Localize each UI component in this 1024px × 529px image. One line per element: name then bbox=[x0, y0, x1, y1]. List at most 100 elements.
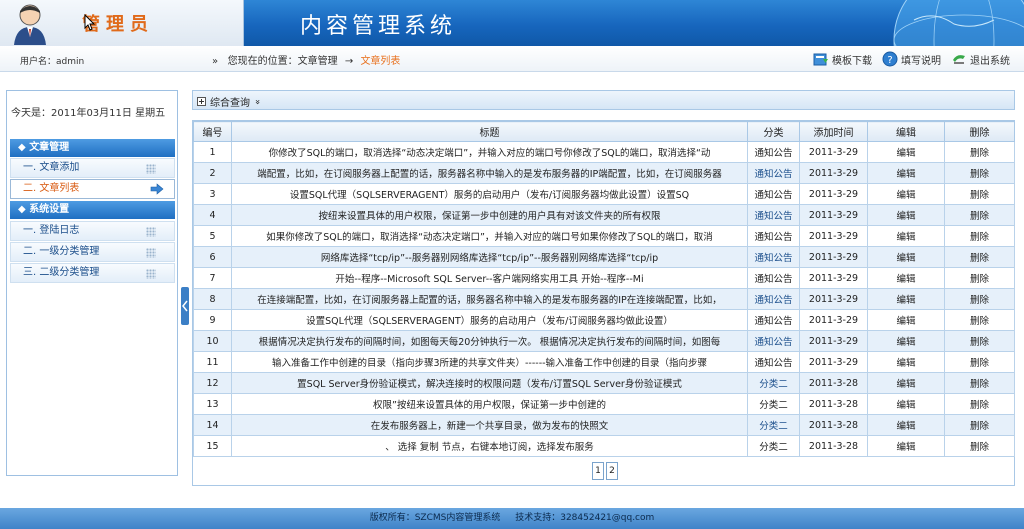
row-date: 2011-3-29 bbox=[799, 162, 868, 184]
row-category: 通知公告 bbox=[747, 141, 800, 163]
table-row: 14 在发布服务器上，新建一个共享目录，做为发布的快照文 分类二 2011-3-28 编… bbox=[193, 414, 1015, 436]
page-1-button[interactable]: 1 bbox=[592, 462, 604, 480]
toolbar: 模板下载 ? 填写说明 退出系统 bbox=[813, 50, 1010, 68]
edit-link[interactable]: 编辑 bbox=[867, 225, 945, 247]
delete-link[interactable]: 删除 bbox=[944, 393, 1015, 415]
dots-icon bbox=[146, 269, 156, 279]
help-label: 填写说明 bbox=[901, 55, 941, 67]
row-id: 13 bbox=[193, 393, 232, 415]
username-label: 用户名：admin bbox=[20, 57, 85, 67]
row-id: 11 bbox=[193, 351, 232, 373]
edit-link[interactable]: 编辑 bbox=[867, 372, 945, 394]
search-panel-header[interactable]: 综合查询 » bbox=[192, 90, 1015, 110]
delete-link[interactable]: 删除 bbox=[944, 414, 1015, 436]
row-title[interactable]: 端配置，比如，在订阅服务器上配置的话，服务器名称中输入的是发布服务器的IP端配置… bbox=[231, 162, 748, 184]
row-date: 2011-3-28 bbox=[799, 435, 868, 457]
table-header-row: 编号 标题 分类 添加时间 编辑 删除 bbox=[193, 121, 1015, 142]
table-row: 1 你修改了SQL的端口，取消选择“动态决定端口”，并输入对应的端口号你修改了SQ… bbox=[193, 141, 1015, 163]
row-id: 15 bbox=[193, 435, 232, 457]
article-table-container: 编号 标题 分类 添加时间 编辑 删除 1 你修改了SQL的端口，取消选择“动态决… bbox=[192, 120, 1015, 486]
page-2-button[interactable]: 2 bbox=[606, 462, 618, 480]
row-date: 2011-3-29 bbox=[799, 288, 868, 310]
sidebar-section-system-settings[interactable]: ◆ 系统设置 bbox=[10, 201, 175, 219]
row-date: 2011-3-29 bbox=[799, 246, 868, 268]
edit-link[interactable]: 编辑 bbox=[867, 162, 945, 184]
row-date: 2011-3-29 bbox=[799, 330, 868, 352]
row-id: 14 bbox=[193, 414, 232, 436]
row-title[interactable]: 输入准备工作中创建的目录（指向步骤3所建的共享文件夹）------输入准备工作中… bbox=[231, 351, 748, 373]
delete-link[interactable]: 删除 bbox=[944, 435, 1015, 457]
row-id: 9 bbox=[193, 309, 232, 331]
table-row: 8 在连接端配置，比如，在订阅服务器上配置的话，服务器名称中输入的是发布服务器的I… bbox=[193, 288, 1015, 310]
row-title[interactable]: 设置SQL代理（SQLSERVERAGENT）服务的启动用户（发布/订阅服务器均… bbox=[231, 183, 748, 205]
delete-link[interactable]: 删除 bbox=[944, 141, 1015, 163]
edit-link[interactable]: 编辑 bbox=[867, 246, 945, 268]
template-download-button[interactable]: 模板下载 bbox=[813, 50, 872, 68]
delete-link[interactable]: 删除 bbox=[944, 330, 1015, 352]
row-title[interactable]: 按纽来设置具体的用户权限，保证第一步中创建的用户具有对该文件夹的所有权限 bbox=[231, 204, 748, 226]
delete-link[interactable]: 删除 bbox=[944, 225, 1015, 247]
delete-link[interactable]: 删除 bbox=[944, 372, 1015, 394]
row-title[interactable]: 你修改了SQL的端口，取消选择“动态决定端口”，并输入对应的端口号你修改了SQL… bbox=[231, 141, 748, 163]
sidebar-section-article-management[interactable]: ◆ 文章管理 bbox=[10, 139, 175, 157]
help-icon: ? bbox=[882, 51, 898, 67]
row-category: 通知公告 bbox=[747, 330, 800, 352]
sidebar-collapse-handle[interactable] bbox=[181, 287, 189, 325]
edit-link[interactable]: 编辑 bbox=[867, 183, 945, 205]
row-title[interactable]: 、 选择 复制 节点，右键本地订阅，选择发布服务 bbox=[231, 435, 748, 457]
delete-link[interactable]: 删除 bbox=[944, 288, 1015, 310]
help-button[interactable]: ? 填写说明 bbox=[882, 50, 941, 68]
sidebar-item-level1-category[interactable]: 二. 一级分类管理 bbox=[10, 242, 175, 262]
row-id: 3 bbox=[193, 183, 232, 205]
edit-link[interactable]: 编辑 bbox=[867, 288, 945, 310]
edit-link[interactable]: 编辑 bbox=[867, 351, 945, 373]
row-date: 2011-3-29 bbox=[799, 225, 868, 247]
sidebar-item-label: 一. 登陆日志 bbox=[23, 225, 80, 236]
edit-link[interactable]: 编辑 bbox=[867, 204, 945, 226]
sidebar-item-label: 二. 一级分类管理 bbox=[23, 246, 100, 257]
edit-link[interactable]: 编辑 bbox=[867, 330, 945, 352]
row-title[interactable]: 设置SQL代理（SQLSERVERAGENT）服务的启动用户（发布/订阅服务器均… bbox=[231, 309, 748, 331]
sidebar-item-level2-category[interactable]: 三. 二级分类管理 bbox=[10, 263, 175, 283]
row-category: 通知公告 bbox=[747, 225, 800, 247]
logout-label: 退出系统 bbox=[970, 55, 1010, 67]
row-date: 2011-3-28 bbox=[799, 393, 868, 415]
row-category: 通知公告 bbox=[747, 183, 800, 205]
diamond-icon: ◆ bbox=[18, 142, 26, 153]
pagination: 1 2 bbox=[592, 462, 618, 480]
delete-link[interactable]: 删除 bbox=[944, 162, 1015, 184]
delete-link[interactable]: 删除 bbox=[944, 309, 1015, 331]
logout-button[interactable]: 退出系统 bbox=[951, 50, 1010, 68]
row-title[interactable]: 网络库选择“tcp/ip”--服务器别网络库选择“tcp/ip”--服务器别网络… bbox=[231, 246, 748, 268]
row-title[interactable]: 在发布服务器上，新建一个共享目录，做为发布的快照文 bbox=[231, 414, 748, 436]
row-id: 4 bbox=[193, 204, 232, 226]
col-header-category: 分类 bbox=[747, 121, 800, 142]
download-icon bbox=[813, 53, 828, 66]
edit-link[interactable]: 编辑 bbox=[867, 267, 945, 289]
row-title[interactable]: 置SQL Server身份验证模式，解决连接时的权限问题（发布/订置SQL Se… bbox=[231, 372, 748, 394]
sidebar-item-article-add[interactable]: 一. 文章添加 bbox=[10, 158, 175, 178]
row-title[interactable]: 开始--程序--Microsoft SQL Server--客户端网络实用工具 … bbox=[231, 267, 748, 289]
edit-link[interactable]: 编辑 bbox=[867, 141, 945, 163]
expand-icon[interactable] bbox=[197, 97, 206, 106]
edit-link[interactable]: 编辑 bbox=[867, 309, 945, 331]
delete-link[interactable]: 删除 bbox=[944, 246, 1015, 268]
edit-link[interactable]: 编辑 bbox=[867, 414, 945, 436]
delete-link[interactable]: 删除 bbox=[944, 267, 1015, 289]
table-row: 5 如果你修改了SQL的端口，取消选择“动态决定端口”，并输入对应的端口号如果你修… bbox=[193, 225, 1015, 247]
edit-link[interactable]: 编辑 bbox=[867, 393, 945, 415]
row-id: 1 bbox=[193, 141, 232, 163]
delete-link[interactable]: 删除 bbox=[944, 351, 1015, 373]
header-left-panel: 管理员 bbox=[0, 0, 244, 46]
sidebar-item-login-log[interactable]: 一. 登陆日志 bbox=[10, 221, 175, 241]
row-title[interactable]: 权限”按纽来设置具体的用户权限，保证第一步中创建的 bbox=[231, 393, 748, 415]
row-title[interactable]: 根据情况决定执行发布的间隔时间，如图每天每20分钟执行一次。 根据情况决定执行发… bbox=[231, 330, 748, 352]
delete-link[interactable]: 删除 bbox=[944, 183, 1015, 205]
row-title[interactable]: 在连接端配置，比如，在订阅服务器上配置的话，服务器名称中输入的是发布服务器的IP… bbox=[231, 288, 748, 310]
col-header-date: 添加时间 bbox=[799, 121, 868, 142]
row-id: 10 bbox=[193, 330, 232, 352]
sidebar-item-article-list[interactable]: 二. 文章列表 bbox=[10, 179, 175, 199]
edit-link[interactable]: 编辑 bbox=[867, 435, 945, 457]
delete-link[interactable]: 删除 bbox=[944, 204, 1015, 226]
row-title[interactable]: 如果你修改了SQL的端口，取消选择“动态决定端口”，并输入对应的端口号如果你修改… bbox=[231, 225, 748, 247]
